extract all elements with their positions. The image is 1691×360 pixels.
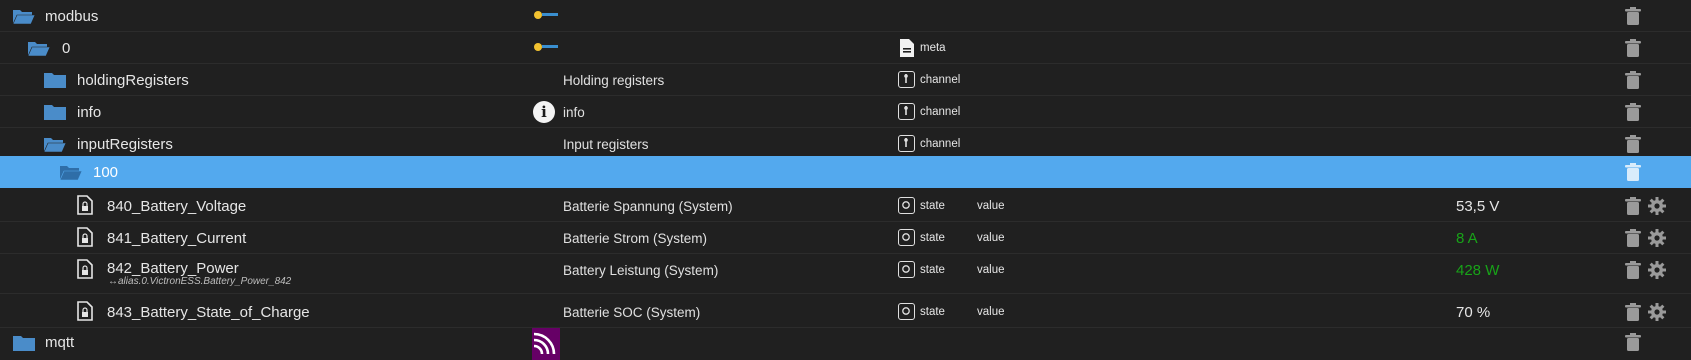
folder-open-icon[interactable]: [12, 7, 36, 25]
state-file-icon: [77, 227, 93, 247]
delete-icon[interactable]: [1624, 303, 1642, 322]
object-name: 843_Battery_State_of_Charge: [107, 303, 310, 321]
delete-icon[interactable]: [1624, 7, 1642, 26]
tree-row-info[interactable]: info i info channel: [0, 96, 1691, 128]
gear-icon[interactable]: [1647, 228, 1667, 248]
delete-icon[interactable]: [1624, 135, 1642, 154]
tree-row-state[interactable]: 843_Battery_State_of_Charge Batterie SOC…: [0, 296, 1691, 328]
channel-icon: [898, 71, 915, 88]
folder-closed-icon[interactable]: [43, 103, 67, 121]
state-value[interactable]: 70 %: [1456, 296, 1490, 328]
delete-icon[interactable]: [1624, 197, 1642, 216]
state-type-icon: [898, 229, 915, 246]
mqtt-adapter-icon: [532, 328, 560, 360]
folder-closed-icon[interactable]: [43, 71, 67, 89]
gear-icon[interactable]: [1647, 196, 1667, 216]
object-type: channel: [920, 74, 961, 86]
channel-icon: [898, 103, 915, 120]
state-type-icon: [898, 197, 915, 214]
object-type: meta: [920, 42, 946, 54]
tree-row-instance-0[interactable]: 0 meta: [0, 32, 1691, 64]
folder-open-icon[interactable]: [27, 39, 51, 57]
state-value[interactable]: 8 A: [1456, 222, 1478, 254]
modbus-adapter-icon: [532, 39, 560, 55]
state-file-icon: [77, 259, 93, 279]
state-file-icon: [77, 301, 93, 321]
info-icon: i: [533, 101, 555, 123]
object-role: value: [977, 232, 1005, 244]
object-description: Batterie Spannung (System): [563, 198, 733, 214]
object-description: info: [563, 104, 585, 120]
delete-icon[interactable]: [1624, 333, 1642, 352]
modbus-adapter-icon: [532, 7, 560, 23]
object-type: state: [920, 306, 945, 318]
delete-icon[interactable]: [1624, 261, 1642, 280]
gear-icon[interactable]: [1647, 260, 1667, 280]
tree-row-modbus[interactable]: modbus: [0, 0, 1691, 32]
object-role: value: [977, 200, 1005, 212]
object-role: value: [977, 264, 1005, 276]
object-description: Batterie SOC (System): [563, 304, 701, 320]
tree-row-state[interactable]: 842_Battery_Power ↔alias.0.VictronESS.Ba…: [0, 254, 1691, 294]
state-value[interactable]: 428 W: [1456, 254, 1499, 286]
object-description: Batterie Strom (System): [563, 230, 708, 246]
delete-icon[interactable]: [1624, 103, 1642, 122]
folder-open-icon[interactable]: [59, 163, 83, 181]
object-name: holdingRegisters: [77, 71, 189, 89]
tree-row-holding-registers[interactable]: holdingRegisters Holding registers chann…: [0, 64, 1691, 96]
folder-closed-icon[interactable]: [12, 334, 36, 352]
object-description: Holding registers: [563, 72, 665, 88]
delete-icon[interactable]: [1624, 39, 1642, 58]
object-role: value: [977, 306, 1005, 318]
delete-icon[interactable]: [1624, 163, 1642, 182]
gear-icon[interactable]: [1647, 302, 1667, 322]
object-name: 100: [93, 163, 119, 181]
alias-link[interactable]: ↔alias.0.VictronESS.Battery_Power_842: [108, 276, 291, 287]
state-type-icon: [898, 303, 915, 320]
tree-row-state[interactable]: 840_Battery_Voltage Batterie Spannung (S…: [0, 190, 1691, 222]
object-name: 0: [62, 39, 71, 57]
state-value[interactable]: 53,5 V: [1456, 190, 1499, 222]
object-name: 841_Battery_Current: [107, 229, 247, 247]
tree-row-100-selected[interactable]: 100: [0, 156, 1691, 188]
tree-row-state[interactable]: 841_Battery_Current Batterie Strom (Syst…: [0, 222, 1691, 254]
object-type: state: [920, 264, 945, 276]
object-type: state: [920, 232, 945, 244]
delete-icon[interactable]: [1624, 71, 1642, 90]
meta-document-icon: [900, 39, 914, 57]
object-type: channel: [920, 106, 961, 118]
state-file-icon: [77, 195, 93, 215]
channel-icon: [898, 135, 915, 152]
object-name: modbus: [45, 7, 99, 25]
folder-open-icon[interactable]: [43, 135, 67, 153]
object-description: Battery Leistung (System): [563, 262, 719, 278]
delete-icon[interactable]: [1624, 229, 1642, 248]
object-name: mqtt: [45, 334, 75, 351]
object-tree: modbus 0 meta holdingRegisters Holding r…: [0, 0, 1691, 360]
object-type: state: [920, 200, 945, 212]
object-name: info: [77, 103, 102, 121]
tree-row-mqtt[interactable]: mqtt: [0, 328, 1691, 360]
object-name: 840_Battery_Voltage: [107, 197, 247, 215]
state-type-icon: [898, 261, 915, 278]
